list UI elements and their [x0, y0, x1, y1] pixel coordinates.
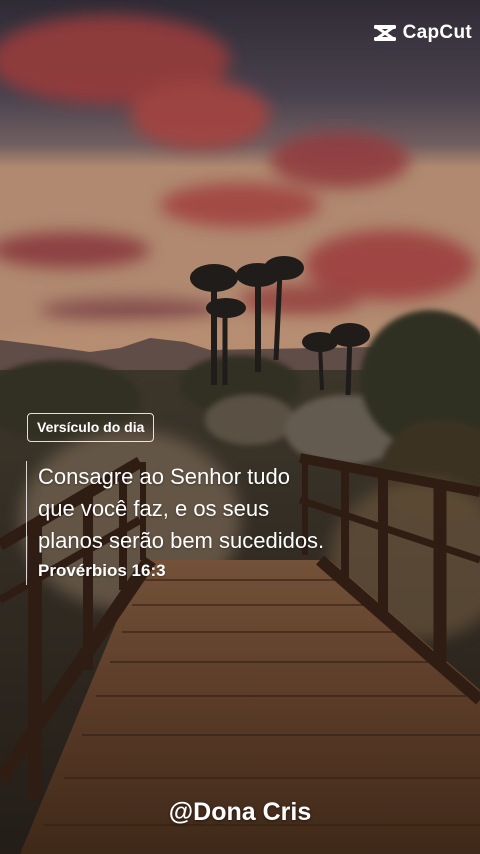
verse-reference: Provérbios 16:3 — [38, 561, 166, 580]
capcut-brand-text: CapCut — [402, 22, 472, 43]
capcut-logo-icon — [373, 24, 397, 42]
verse-of-day-badge: Versículo do dia — [27, 413, 155, 442]
author-handle: @Dona Cris — [168, 798, 312, 826]
verse-block: Consagre ao Senhor tudo que você faz, e … — [26, 461, 438, 585]
verse-text: Consagre ao Senhor tudo que você faz, e … — [38, 464, 325, 553]
capcut-watermark: CapCut — [373, 20, 472, 46]
